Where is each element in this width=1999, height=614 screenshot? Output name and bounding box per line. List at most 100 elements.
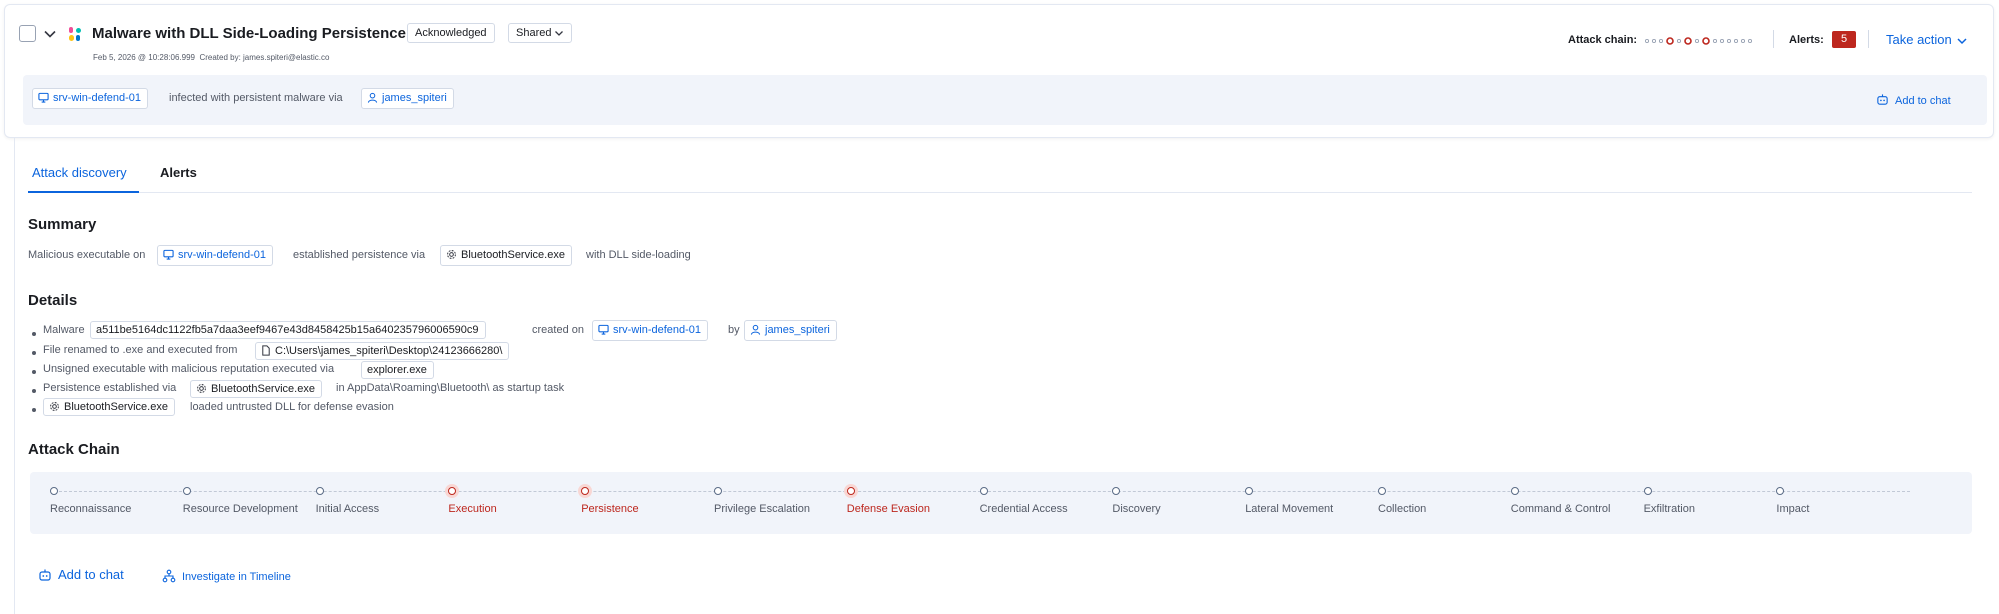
shared-dropdown[interactable]: Shared (508, 23, 573, 43)
take-action-button[interactable]: Take action (1886, 32, 1968, 47)
stage-dot (50, 487, 58, 495)
stage-label: Lateral Movement (1245, 503, 1334, 515)
assistant-icon (39, 569, 51, 581)
status-badge: Acknowledged (407, 23, 495, 43)
computer-icon (598, 324, 609, 335)
stage-label: Impact (1776, 503, 1810, 515)
detail-dll-suffix: loaded untrusted DLL for defense evasion (190, 401, 394, 413)
detail-by: by (728, 324, 740, 336)
summary-prefix: Malicious executable on (28, 249, 146, 261)
document-icon (262, 345, 270, 356)
assistant-icon (1877, 94, 1888, 105)
stage-label: Persistence (581, 503, 639, 515)
user-chip[interactable]: james_spiteri (361, 88, 454, 109)
stage-label: Collection (1378, 503, 1427, 515)
stage-label: Credential Access (979, 503, 1068, 515)
malware-hash-chip[interactable]: a511be5164dc1122fb5a7daa3eef9467e43d8458… (90, 321, 486, 339)
footer-add-to-chat-button[interactable]: Add to chat (38, 567, 124, 582)
stage-label: Exfiltration (1643, 503, 1695, 515)
explorer-chip[interactable]: explorer.exe (361, 361, 434, 379)
detail-unsigned: Unsigned executable with malicious reput… (43, 363, 335, 375)
bullet (32, 351, 36, 355)
investigate-in-timeline-button[interactable]: Investigate in Timeline (162, 569, 291, 583)
elastic-logo-icon (69, 27, 81, 41)
summary-middle: established persistence via (293, 249, 426, 261)
shared-label: Shared (516, 27, 552, 39)
divider (1773, 30, 1774, 48)
summary-host-chip[interactable]: srv-win-defend-01 (157, 245, 274, 266)
host-chip[interactable]: srv-win-defend-01 (32, 88, 149, 109)
dll-process-chip[interactable]: BluetoothService.exe (43, 398, 175, 416)
stage-dot (182, 487, 191, 495)
tab-bar: Attack discovery Alerts (28, 160, 1972, 193)
stage-dot (1378, 487, 1386, 495)
take-action-label: Take action (1886, 32, 1952, 47)
stage-label: Resource Development (182, 503, 298, 515)
select-checkbox[interactable] (19, 25, 36, 42)
footer-add-to-chat-label: Add to chat (58, 567, 124, 582)
persistence-process-chip[interactable]: BluetoothService.exe (190, 380, 322, 398)
stage-dot (714, 487, 722, 495)
timestamp: Feb 5, 2026 @ 10:28:06.999 (93, 53, 195, 62)
stage-dot (846, 487, 855, 495)
detail-file-renamed: File renamed to .exe and executed from (43, 344, 238, 356)
chevron-down-icon (1957, 38, 1967, 44)
discovery-meta: Feb 5, 2026 @ 10:28:06.999 Created by: j… (93, 53, 329, 62)
tab-attack-discovery[interactable]: Attack discovery (32, 165, 127, 180)
timeline-icon (162, 569, 176, 583)
stage-dot (1510, 487, 1519, 495)
host-name: srv-win-defend-01 (53, 92, 142, 104)
stage-label: Reconnaissance (50, 503, 132, 515)
bullet (32, 389, 36, 393)
detail-created-on: created on (532, 324, 584, 336)
stage-dot (315, 487, 324, 495)
computer-icon (163, 249, 174, 260)
gear-icon (447, 250, 456, 259)
stage-label: Defense Evasion (846, 503, 930, 515)
gear-icon (197, 384, 206, 393)
stage-label: Discovery (1112, 503, 1161, 515)
process-name: BluetoothService.exe (461, 249, 565, 261)
details-heading: Details (28, 292, 78, 309)
detail-malware-prefix: Malware (43, 324, 85, 336)
discovery-card: Malware with DLL Side-Loading Persistenc… (4, 4, 1994, 138)
banner-text: infected with persistent malware via (169, 92, 343, 104)
detail-persistence-suffix: in AppData\Roaming\Bluetooth\ as startup… (336, 382, 565, 394)
detail-host-chip[interactable]: srv-win-defend-01 (592, 320, 709, 341)
summary-heading: Summary (28, 216, 97, 233)
user-icon (367, 92, 378, 103)
file-path-chip[interactable]: C:\Users\james_spiteri\Desktop\241236662… (255, 342, 510, 360)
stage-label: Privilege Escalation (714, 503, 810, 515)
user-name: james_spiteri (382, 92, 447, 104)
process-name: BluetoothService.exe (211, 383, 315, 395)
file-path: C:\Users\james_spiteri\Desktop\241236662… (275, 345, 503, 357)
user-icon (750, 324, 761, 335)
mini-attack-chain (1645, 37, 1753, 45)
created-by: Created by: james.spiteri@elastic.co (199, 53, 330, 62)
attack-chain-label: Attack chain: (1568, 34, 1638, 46)
process-name: BluetoothService.exe (64, 401, 168, 413)
bullet (32, 370, 36, 374)
stage-label: Command & Control (1510, 503, 1611, 515)
summary-process-chip[interactable]: BluetoothService.exe (440, 245, 572, 266)
chevron-down-icon (555, 31, 564, 37)
detail-persistence-prefix: Persistence established via (43, 382, 177, 394)
stage-dot (979, 487, 988, 495)
host-name: srv-win-defend-01 (178, 249, 267, 261)
alerts-label: Alerts: (1789, 34, 1824, 46)
stage-label: Execution (448, 503, 497, 515)
gear-icon (50, 402, 59, 411)
active-tab-indicator (28, 191, 139, 193)
detail-user-chip[interactable]: james_spiteri (744, 320, 837, 341)
divider (1868, 30, 1869, 48)
alerts-count-badge[interactable]: 5 (1832, 31, 1856, 48)
user-name: james_spiteri (765, 324, 830, 336)
add-to-chat-label: Add to chat (1895, 95, 1951, 107)
host-name: srv-win-defend-01 (613, 324, 702, 336)
chevron-down-icon[interactable] (43, 27, 57, 41)
tab-alerts[interactable]: Alerts (160, 165, 197, 180)
investigate-label: Investigate in Timeline (182, 571, 291, 583)
summary-suffix: with DLL side-loading (586, 249, 691, 261)
panel-border (14, 138, 15, 614)
add-to-chat-button[interactable]: Add to chat (1876, 93, 1951, 107)
